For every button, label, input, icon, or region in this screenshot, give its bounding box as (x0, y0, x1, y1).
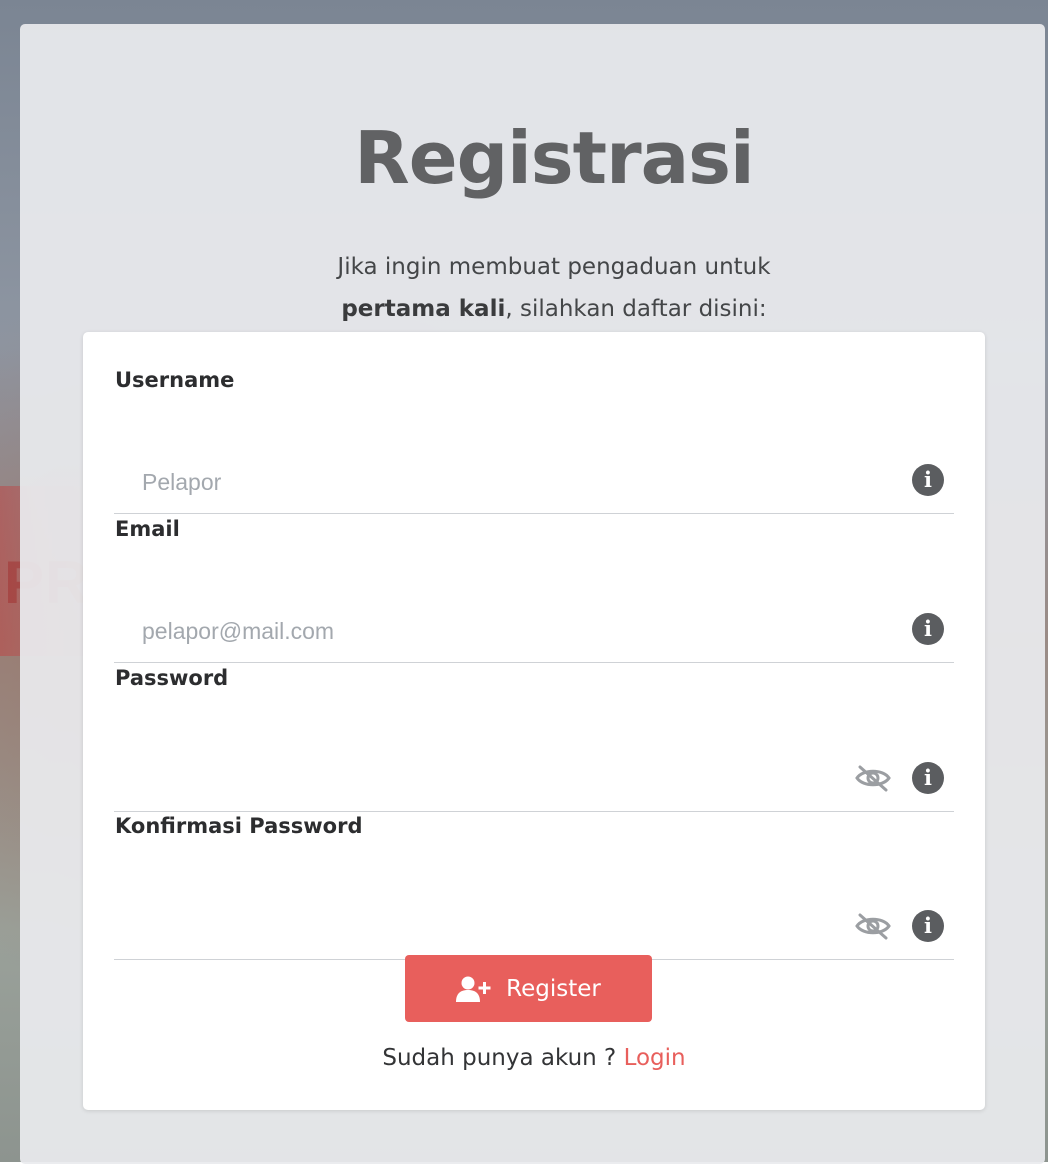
user-plus-icon (456, 976, 492, 1002)
login-link[interactable]: Login (624, 1045, 686, 1071)
confirm-password-label: Konfirmasi Password (115, 814, 363, 838)
email-input[interactable] (114, 601, 954, 663)
eye-slash-icon[interactable] (854, 912, 892, 940)
email-label: Email (115, 517, 180, 541)
subtitle-bold: pertama kali (341, 296, 506, 322)
email-field-group: Email i (114, 517, 954, 667)
page-subtitle: Jika ingin membuat pengaduan untuk perta… (20, 246, 1048, 330)
username-input[interactable] (114, 452, 954, 514)
password-input[interactable] (114, 750, 954, 812)
confirm-password-field-group: Konfirmasi Password i (114, 814, 954, 964)
password-label: Password (115, 666, 229, 690)
register-button[interactable]: Register (405, 955, 652, 1022)
login-prompt: Sudah punya akun ? Login (83, 1045, 985, 1071)
eye-slash-icon[interactable] (854, 764, 892, 792)
info-circle-icon[interactable]: i (912, 464, 944, 496)
info-circle-icon[interactable]: i (912, 762, 944, 794)
username-label: Username (115, 368, 235, 392)
confirm-password-input[interactable] (114, 898, 954, 960)
subtitle-rest: , silahkan daftar disini: (505, 296, 767, 322)
info-circle-icon[interactable]: i (912, 613, 944, 645)
subtitle-line-1: Jika ingin membuat pengaduan untuk (337, 254, 771, 280)
info-circle-icon[interactable]: i (912, 910, 944, 942)
password-field-group: Password i (114, 666, 954, 816)
page-title: Registrasi (354, 116, 754, 200)
login-prompt-text: Sudah punya akun ? (382, 1045, 624, 1071)
register-button-label: Register (506, 975, 601, 1002)
username-field-group: Username i (114, 368, 954, 518)
registration-form: Username i Email i Password i Konfirmasi… (83, 332, 985, 1110)
